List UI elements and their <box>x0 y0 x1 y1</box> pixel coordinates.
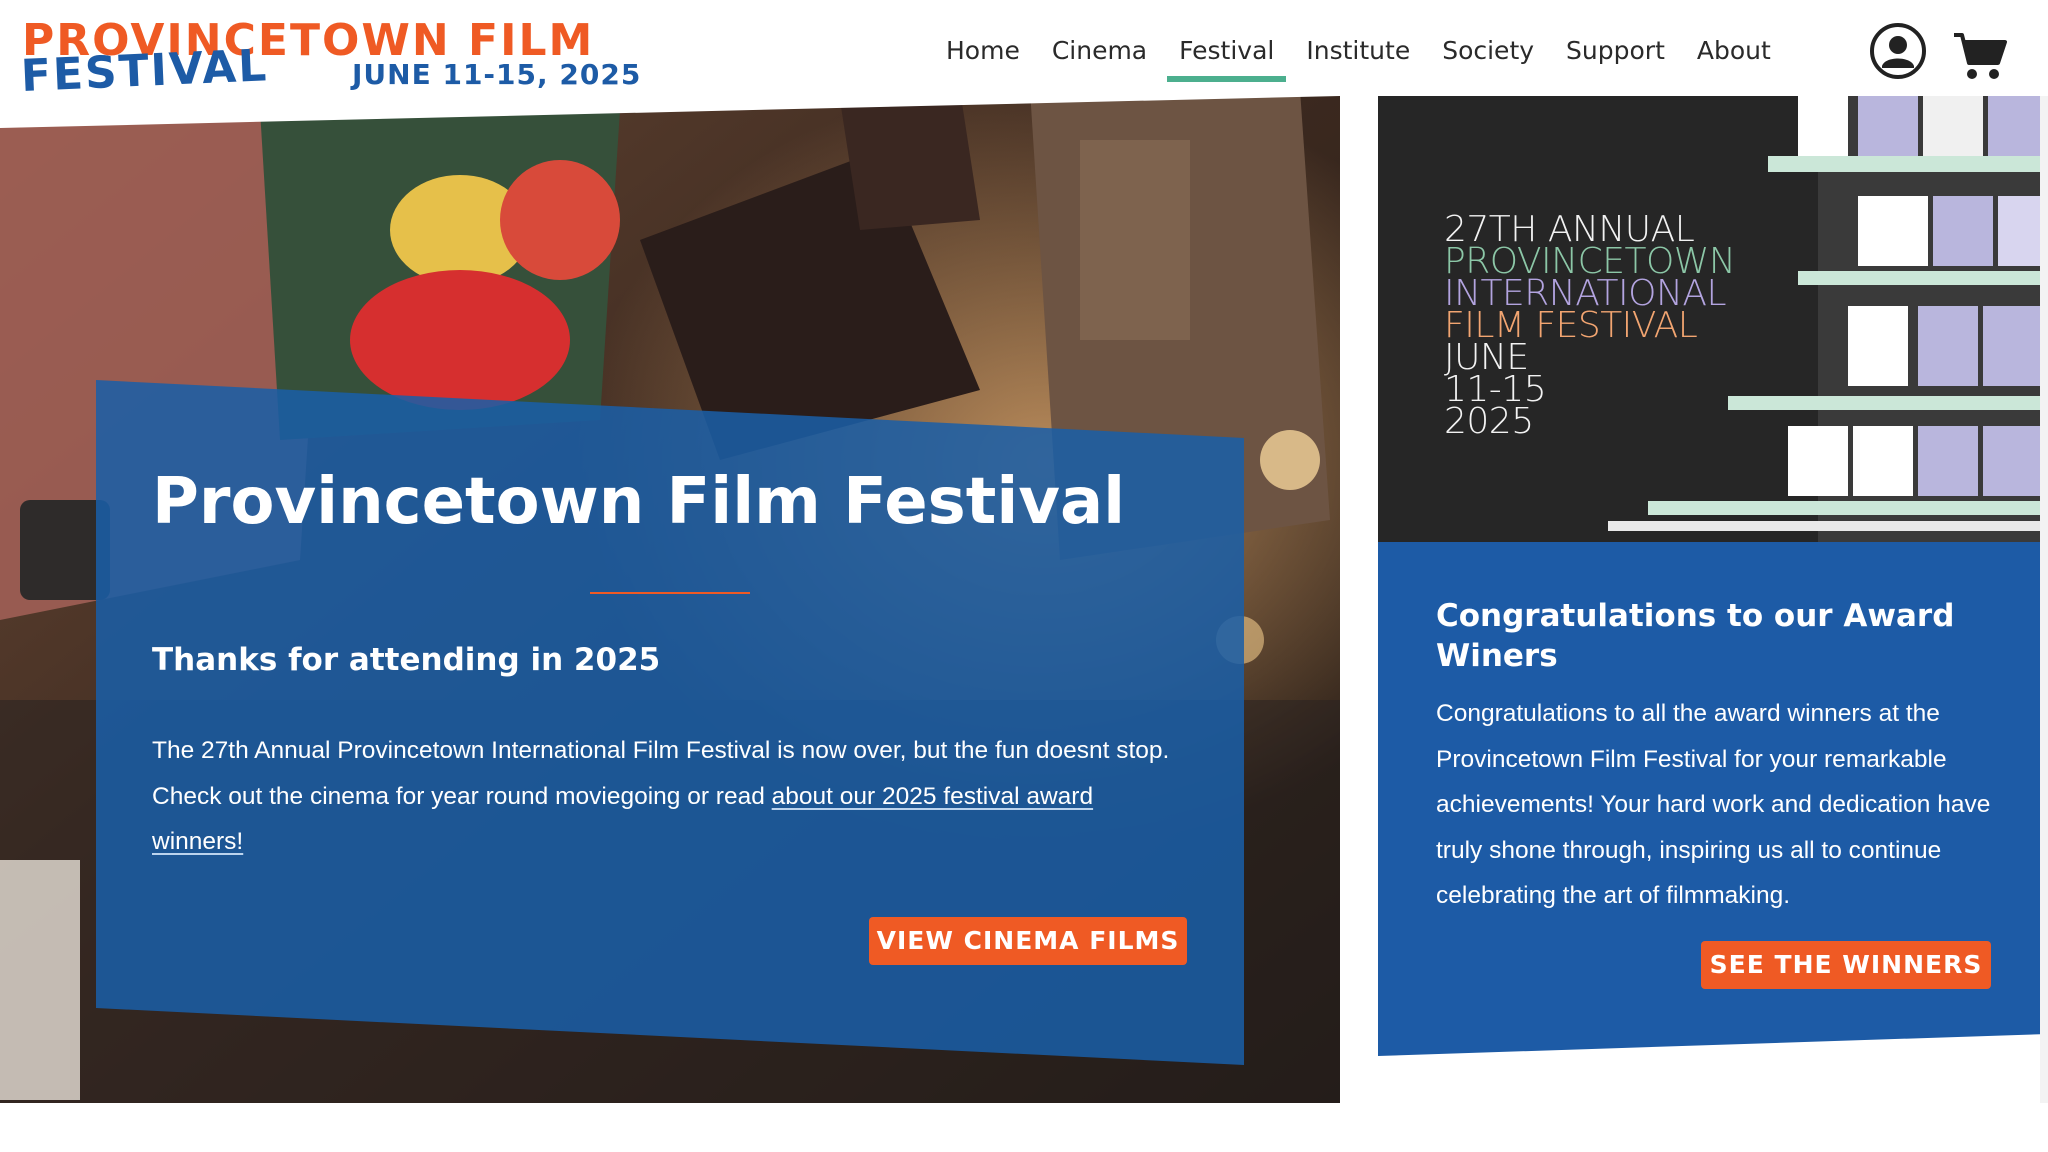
main-nav: Home Cinema Festival Institute Society S… <box>930 30 1787 82</box>
award-card-body: Congratulations to all the award winners… <box>1436 700 1991 909</box>
hero-body-text: The 27th Annual Provincetown Internation… <box>152 728 1182 865</box>
nav-item-about[interactable]: About <box>1681 30 1787 82</box>
site-header: PROVINCETOWN FILM FESTIVAL JUNE 11-15, 2… <box>0 0 2048 102</box>
nav-item-society[interactable]: Society <box>1426 30 1550 82</box>
view-cinema-films-button[interactable]: VIEW CINEMA FILMS <box>869 917 1187 965</box>
nav-item-festival[interactable]: Festival <box>1163 30 1290 82</box>
page-edge <box>2040 96 2048 1103</box>
site-logo[interactable]: PROVINCETOWN FILM FESTIVAL JUNE 11-15, 2… <box>19 18 642 102</box>
nav-item-cinema[interactable]: Cinema <box>1036 30 1163 82</box>
nav-item-home[interactable]: Home <box>930 30 1036 82</box>
logo-title-line2: FESTIVAL <box>19 40 270 102</box>
nav-item-support[interactable]: Support <box>1550 30 1681 82</box>
festival-poster: 27TH ANNUAL PROVINCETOWN INTERNATIONAL F… <box>1378 96 2048 542</box>
cart-icon[interactable] <box>1952 30 2008 82</box>
hero-subtitle: Thanks for attending in 2025 <box>152 642 661 678</box>
nav-item-institute[interactable]: Institute <box>1290 30 1426 82</box>
hero-divider <box>590 592 750 594</box>
see-the-winners-button[interactable]: SEE THE WINNERS <box>1701 941 1991 989</box>
logo-dates: JUNE 11-15, 2025 <box>352 58 642 91</box>
poster-text: 27TH ANNUAL PROVINCETOWN INTERNATIONAL F… <box>1444 212 1736 442</box>
hero-title: Provincetown Film Festival <box>152 465 1126 539</box>
poster-line-year: 2025 <box>1444 401 1534 442</box>
account-icon[interactable] <box>1869 22 1927 80</box>
award-card-title: Congratulations to our Award Winers <box>1436 598 1955 674</box>
